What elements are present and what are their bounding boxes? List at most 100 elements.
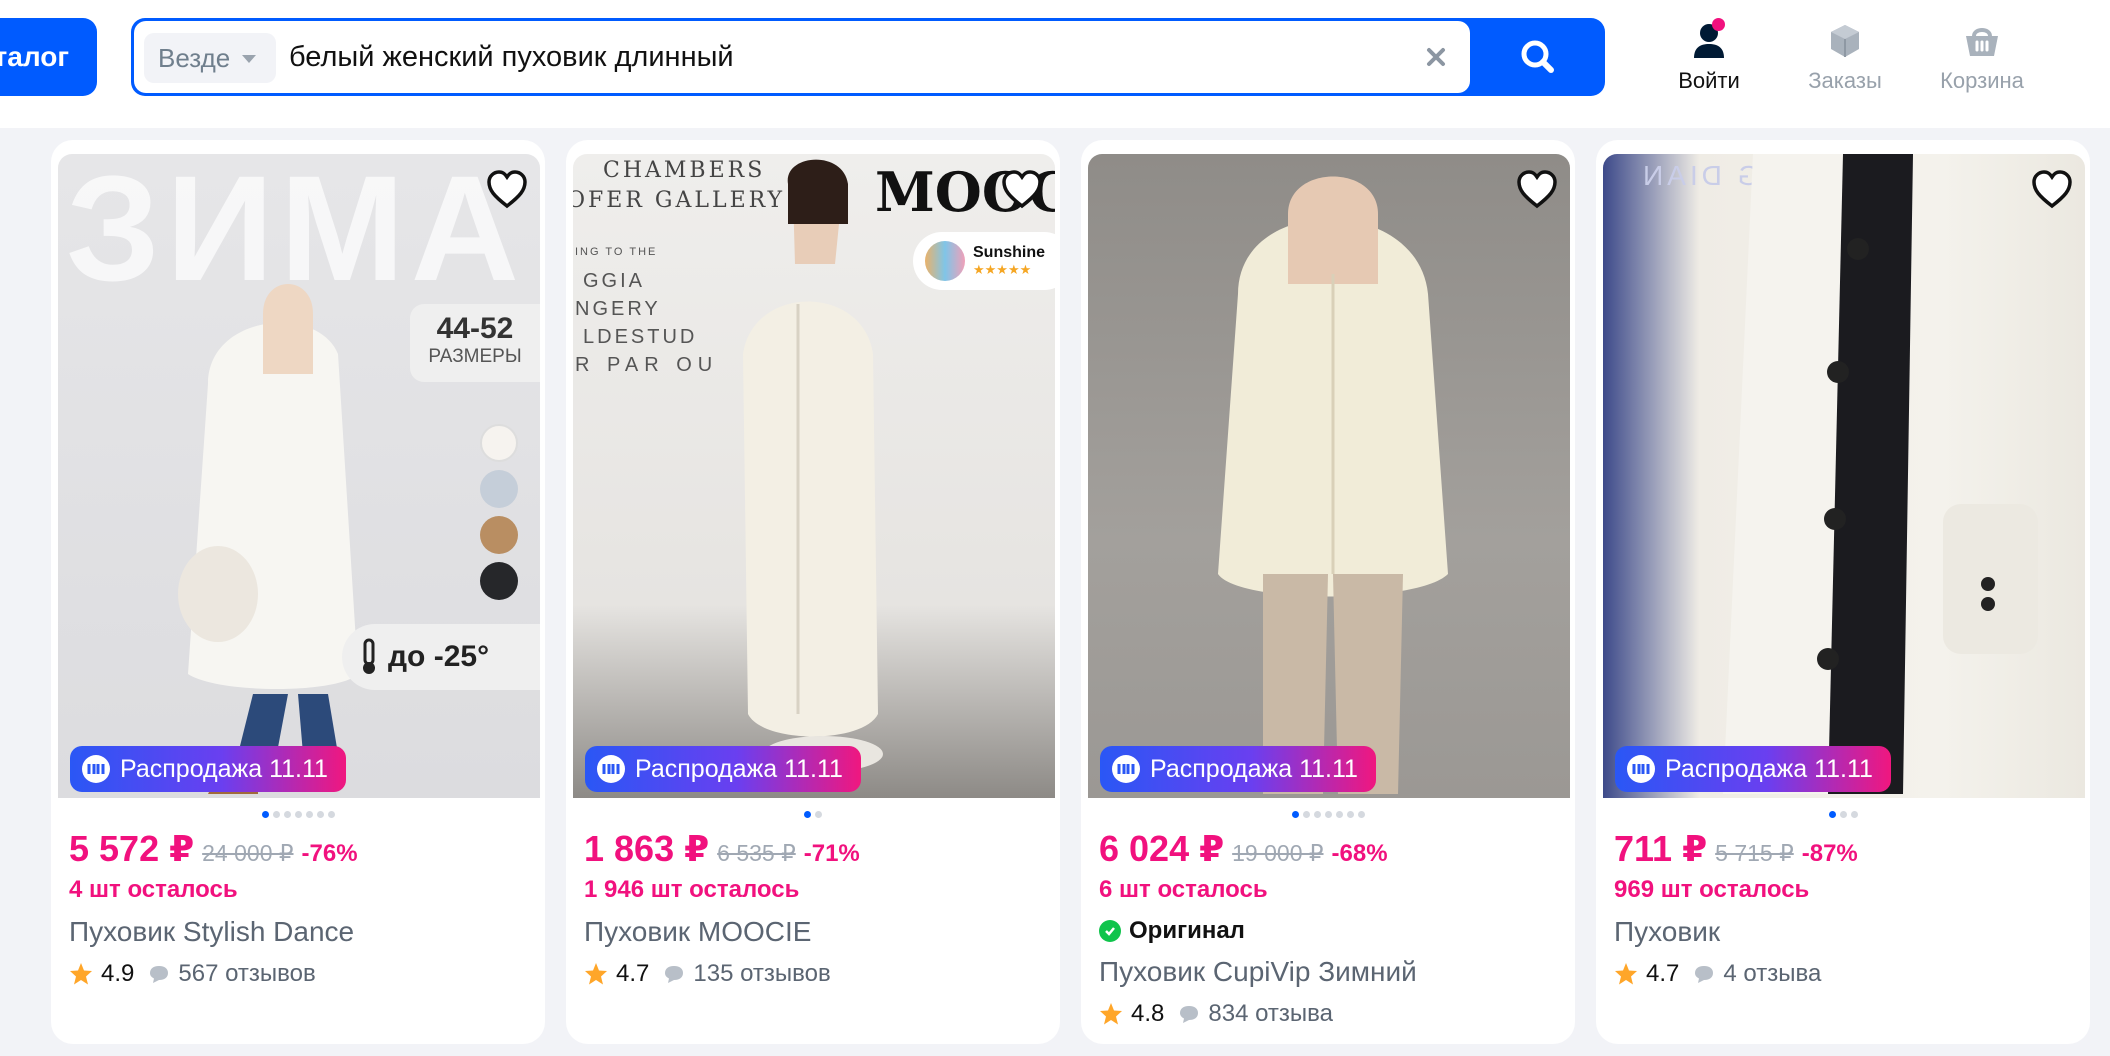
discount: -87% (1801, 840, 1858, 867)
basket-icon (1962, 22, 2002, 60)
close-icon[interactable] (1420, 41, 1452, 73)
box-icon (1825, 22, 1865, 60)
search-scope-select[interactable]: Везде (144, 33, 277, 83)
product-title[interactable]: Пуховик CupiVip Зимний (1099, 956, 1417, 988)
product-card[interactable]: ING DIAN Распродажа 11.11 711 ₽ 5 715 ₽ … (1596, 140, 2090, 1044)
pagination-dot[interactable] (327, 811, 335, 818)
product-photo-jacket (1218, 176, 1448, 794)
price: 6 024 ₽ (1099, 828, 1225, 869)
pagination-dot[interactable] (1839, 811, 1847, 818)
product-title[interactable]: Пуховик MOOCIE (584, 916, 812, 948)
cart-label: Корзина (1940, 68, 2024, 93)
pagination-dot[interactable] (1302, 811, 1310, 818)
price-row: 5 572 ₽ 24 000 ₽ -76% (69, 828, 358, 870)
stock-left: 4 шт осталось (69, 876, 238, 903)
old-price: 6 535 ₽ (717, 840, 796, 866)
pagination-dot[interactable] (1828, 811, 1836, 818)
price: 1 863 ₽ (584, 828, 710, 869)
sizes-label: 44-52 РАЗМЕРЫ (410, 304, 540, 382)
pagination-dot[interactable] (1357, 811, 1365, 818)
cart-button[interactable]: Корзина (1917, 22, 2047, 100)
image-pagination (1081, 811, 1575, 818)
sizes-value: 44-52 (436, 312, 514, 345)
notification-dot (1712, 18, 1725, 31)
price-row: 711 ₽ 5 715 ₽ -87% (1614, 828, 1858, 870)
search-input[interactable]: белый женский пуховик длинный (289, 21, 734, 93)
search-field[interactable]: Везде белый женский пуховик длинный (134, 21, 1470, 93)
pagination-dot[interactable] (294, 811, 302, 818)
pagination-dot[interactable] (283, 811, 291, 818)
image-pagination (51, 811, 545, 818)
product-image[interactable]: CHAMBERS OFER GALLERY ING TO THE GGIA NG… (573, 154, 1055, 798)
reviews-count[interactable]: 4 отзыва (1723, 960, 1821, 988)
sale-icon (82, 755, 110, 783)
heart-icon[interactable] (2031, 170, 2073, 210)
sale-badge-label: Распродажа 11.11 (120, 754, 328, 783)
login-button[interactable]: Войти (1644, 18, 1774, 100)
pagination-dot[interactable] (1346, 811, 1354, 818)
discount: -76% (301, 840, 358, 867)
color-swatch (480, 562, 518, 600)
star-icon (70, 963, 92, 985)
product-image[interactable]: ING DIAN Распродажа 11.11 (1603, 154, 2085, 798)
original-label: Оригинал (1129, 917, 1245, 944)
product-grid: ЗИМА 44-52 РАЗМЕРЫ до -25° Распродажа 11… (6, 128, 2096, 1056)
discount: -71% (803, 840, 860, 867)
comment-icon (665, 966, 684, 983)
sale-icon (1627, 755, 1655, 783)
pagination-dot[interactable] (261, 811, 269, 818)
pagination-dot[interactable] (1291, 811, 1299, 818)
star-icon (1615, 963, 1637, 985)
pagination-dot[interactable] (1324, 811, 1332, 818)
search-bar: Везде белый женский пуховик длинный (131, 18, 1605, 96)
temperature-value: до -25° (388, 640, 490, 673)
chevron-down-icon (242, 55, 257, 63)
orders-button[interactable]: Заказы (1780, 22, 1910, 100)
product-card[interactable]: CHAMBERS OFER GALLERY ING TO THE GGIA NG… (566, 140, 1060, 1044)
heart-icon[interactable] (1001, 170, 1043, 210)
product-card[interactable]: Распродажа 11.11 6 024 ₽ 19 000 ₽ -68% 6… (1081, 140, 1575, 1044)
login-label: Войти (1678, 68, 1740, 93)
sale-badge-label: Распродажа 11.11 (1665, 754, 1873, 783)
search-button[interactable] (1470, 18, 1605, 96)
catalog-button[interactable]: талог (0, 18, 97, 96)
rating-row: 4.7 135 отзывов (584, 960, 831, 988)
stock-left: 6 шт осталось (1099, 876, 1268, 903)
pagination-dot[interactable] (804, 811, 811, 818)
heart-icon[interactable] (1516, 170, 1558, 210)
product-title[interactable]: Пуховик Stylish Dance (69, 916, 354, 948)
reviews-count[interactable]: 834 отзыва (1208, 1000, 1333, 1028)
product-title[interactable]: Пуховик (1614, 916, 1720, 948)
pagination-dot[interactable] (815, 811, 822, 818)
original-badge: Оригинал (1099, 917, 1245, 945)
reviews-count[interactable]: 567 отзывов (178, 960, 315, 988)
comment-icon (150, 966, 169, 983)
pagination-dot[interactable] (305, 811, 313, 818)
pagination-dot[interactable] (272, 811, 280, 818)
rating-value: 4.7 (1646, 960, 1680, 987)
color-swatch (480, 516, 518, 554)
product-photo-jacket (1723, 154, 2038, 794)
reviews-count[interactable]: 135 отзывов (693, 960, 830, 988)
rating-row: 4.8 834 отзыва (1099, 1000, 1333, 1028)
temperature-label: до -25° (342, 624, 540, 690)
stock-left: 1 946 шт осталось (584, 876, 800, 903)
rating-row: 4.7 4 отзыва (1614, 960, 1821, 988)
old-price: 24 000 ₽ (202, 840, 294, 866)
catalog-label: талог (0, 41, 69, 72)
orders-label: Заказы (1808, 68, 1882, 93)
product-card[interactable]: ЗИМА 44-52 РАЗМЕРЫ до -25° Распродажа 11… (51, 140, 545, 1044)
pagination-dot[interactable] (1335, 811, 1343, 818)
product-image[interactable]: Распродажа 11.11 (1088, 154, 1570, 798)
rating-value: 4.9 (101, 960, 135, 987)
pagination-dot[interactable] (1313, 811, 1321, 818)
pagination-dot[interactable] (1850, 811, 1858, 818)
product-image[interactable]: ЗИМА 44-52 РАЗМЕРЫ до -25° Распродажа 11… (58, 154, 540, 798)
search-icon (1521, 40, 1554, 73)
comment-icon (1180, 1006, 1199, 1023)
image-overlay-word: ЗИМА (66, 154, 526, 312)
pagination-dot[interactable] (316, 811, 324, 818)
sale-badge: Распродажа 11.11 (1615, 746, 1891, 792)
heart-icon[interactable] (486, 170, 528, 210)
old-price: 5 715 ₽ (1715, 840, 1794, 866)
